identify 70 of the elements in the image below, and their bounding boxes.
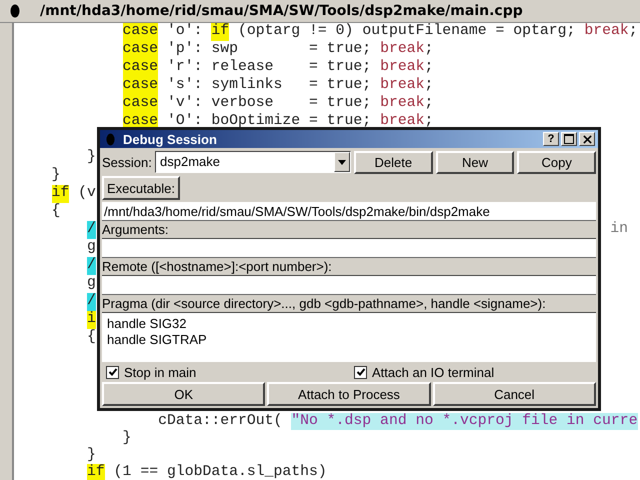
- arguments-field[interactable]: [102, 239, 596, 258]
- break-keyword: break: [380, 41, 424, 59]
- session-combo[interactable]: dsp2make: [155, 151, 351, 173]
- code-text: 'v': verbose = true;: [166, 95, 372, 113]
- code-text: 'o':: [166, 23, 204, 41]
- checkbox[interactable]: [106, 366, 119, 378]
- code-text: (v: [77, 185, 96, 203]
- code-text: 's': symlinks = true;: [166, 77, 372, 95]
- checkbox-label: Attach an IO terminal: [372, 364, 494, 380]
- keyword: case: [122, 41, 158, 59]
- remote-field[interactable]: [102, 276, 596, 295]
- maximize-icon: [564, 134, 574, 144]
- keyword: case: [122, 23, 158, 41]
- help-button[interactable]: ?: [543, 132, 559, 146]
- ok-button[interactable]: OK: [102, 382, 266, 406]
- break-keyword: break: [380, 95, 424, 113]
- code-text: }: [87, 149, 96, 167]
- bean-icon: [10, 4, 20, 18]
- keyword: if: [52, 185, 70, 203]
- code-text: ;: [424, 95, 434, 113]
- code-text: ;: [424, 113, 434, 131]
- dialog-title: Debug Session: [123, 132, 218, 146]
- cancel-button[interactable]: Cancel: [432, 382, 596, 406]
- code-text: ;: [424, 59, 434, 77]
- break-keyword: break: [380, 113, 424, 131]
- executable-button[interactable]: Executable:: [102, 176, 180, 200]
- keyword: case: [122, 95, 158, 113]
- code-text: (optarg != 0) outputFilename = optarg;: [237, 23, 576, 41]
- code-text: in: [610, 221, 628, 239]
- code-text: }: [52, 167, 60, 185]
- code-text: }: [87, 447, 96, 464]
- copy-button[interactable]: Copy: [517, 150, 596, 174]
- break-keyword: break: [380, 77, 424, 95]
- bean-icon: [106, 132, 115, 146]
- code-text: 'r': release = true;: [166, 59, 372, 77]
- attach-button[interactable]: Attach to Process: [267, 382, 431, 406]
- code-text: 'p': swp = true;: [166, 41, 372, 59]
- code-text: ;: [424, 77, 434, 95]
- code-text: cData::errOut(: [158, 413, 284, 430]
- checkbox[interactable]: [354, 366, 367, 378]
- comment-mark: /: [87, 221, 96, 239]
- new-button[interactable]: New: [436, 150, 514, 174]
- close-icon: [582, 134, 592, 144]
- code-text: (1 == globData.sl_paths): [112, 464, 327, 480]
- break-keyword: break: [584, 23, 629, 41]
- keyword: case: [122, 59, 158, 77]
- delete-button[interactable]: Delete: [354, 150, 433, 174]
- file-path: /mnt/hda3/home/rid/smau/SMA/SW/Tools/dsp2make/main.cpp: [40, 3, 523, 19]
- code-text: ;: [628, 23, 638, 41]
- break-keyword: break: [380, 59, 424, 77]
- code-text: 'O': boOptimize = true;: [166, 113, 372, 131]
- code-text: g: [87, 239, 96, 257]
- keyword: if: [87, 464, 105, 480]
- string-literal: "No *.dsp and no *.vcproj file in curre: [291, 413, 638, 430]
- code-text: {: [87, 329, 96, 347]
- code-text: {: [52, 203, 60, 221]
- close-button[interactable]: [579, 132, 595, 146]
- code-text: ;: [424, 41, 434, 59]
- keyword: if: [211, 23, 230, 41]
- checkbox-label: Stop in main: [124, 364, 196, 380]
- code-text: g: [87, 275, 96, 293]
- pragma-field[interactable]: handle SIG32 handle SIGTRAP: [102, 313, 596, 362]
- executable-field[interactable]: /mnt/hda3/home/rid/smau/SMA/SW/Tools/dsp2make/bin/dsp2make: [102, 202, 596, 221]
- code-text: }: [122, 430, 132, 447]
- comment-mark: /: [87, 257, 96, 275]
- keyword: case: [122, 77, 158, 95]
- keyword: i: [87, 311, 96, 329]
- comment-mark: /: [87, 293, 96, 311]
- session-label: Session:: [102, 154, 152, 170]
- maximize-button[interactable]: [561, 132, 577, 146]
